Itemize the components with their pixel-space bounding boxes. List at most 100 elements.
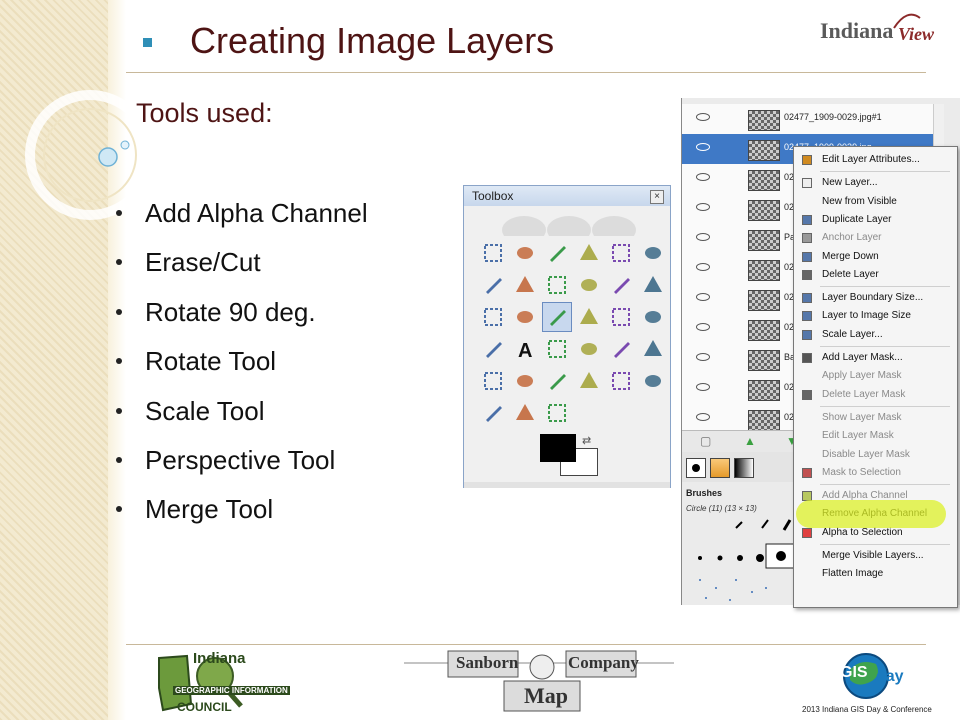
paintbrush-tool-icon[interactable] — [638, 334, 668, 364]
eye-icon[interactable] — [696, 383, 710, 391]
ellipse-select-tool-icon[interactable] — [510, 238, 540, 268]
eraser-tool-icon[interactable] — [478, 366, 508, 396]
tools-list-item: Rotate 90 deg. — [116, 294, 368, 343]
eye-icon[interactable] — [696, 233, 710, 241]
paths-tool-icon[interactable] — [510, 270, 540, 300]
slide-title: Creating Image Layers — [190, 20, 555, 61]
add-alpha-highlight — [796, 500, 946, 528]
menu-item-label: Delete Layer — [822, 268, 879, 280]
gradient-tab-icon[interactable] — [734, 458, 754, 478]
menu-item-mask-to-selection[interactable]: Mask to Selection — [794, 464, 957, 482]
indiana-gic-logo: Indiana GEOGRAPHIC INFORMATION COUNCIL — [155, 648, 290, 716]
sanborn-logo: Sanborn Company Map — [404, 647, 674, 715]
eye-icon[interactable] — [696, 263, 710, 271]
new-icon — [802, 178, 812, 189]
swap-colors-icon[interactable]: ⇄ — [582, 434, 591, 447]
menu-item-flatten-image[interactable]: Flatten Image — [794, 565, 957, 583]
header-rule — [126, 72, 926, 73]
eye-icon[interactable] — [696, 413, 710, 421]
text-tool-icon[interactable]: A — [510, 334, 540, 364]
menu-item-layer-to-image-size[interactable]: Layer to Image Size — [794, 307, 957, 325]
pattern-tab-icon[interactable] — [710, 458, 730, 478]
menu-item-label: Merge Down — [822, 250, 879, 262]
fuzzy-select-tool-icon[interactable] — [574, 238, 604, 268]
perspective-tool-icon[interactable] — [638, 302, 668, 332]
menu-item-delete-layer-mask[interactable]: Delete Layer Mask — [794, 386, 957, 404]
raise-layer-icon[interactable]: ▲ — [744, 434, 756, 448]
menu-item-edit-layer-mask[interactable]: Edit Layer Mask — [794, 427, 957, 445]
menu-item-scale-layer[interactable]: Scale Layer... — [794, 326, 957, 344]
menu-item-anchor-layer[interactable]: Anchor Layer — [794, 229, 957, 247]
measure-tool-icon[interactable] — [606, 270, 636, 300]
eye-icon[interactable] — [696, 293, 710, 301]
sanborn-word: Sanborn — [456, 653, 519, 672]
mask-icon — [802, 353, 812, 363]
menu-item-new-from-visible[interactable]: New from Visible — [794, 193, 957, 211]
menu-item-merge-visible-layers[interactable]: Merge Visible Layers... — [794, 547, 957, 565]
layer-thumbnail — [748, 140, 780, 161]
tools-list-item: Perspective Tool — [116, 442, 368, 491]
scissors-select-tool-icon[interactable] — [638, 238, 668, 268]
dodge-burn-tool-icon[interactable] — [542, 398, 572, 428]
blend-tool-icon[interactable] — [574, 334, 604, 364]
bucket-fill-tool-icon[interactable] — [542, 334, 572, 364]
menu-item-disable-layer-mask[interactable]: Disable Layer Mask — [794, 446, 957, 464]
align-tool-icon[interactable] — [478, 302, 508, 332]
new-layer-icon[interactable]: ▢ — [700, 434, 711, 448]
airbrush-tool-icon[interactable] — [510, 366, 540, 396]
layer-thumbnail — [748, 230, 780, 251]
smudge-tool-icon[interactable] — [510, 398, 540, 428]
gis-day-logo: GIS day — [836, 652, 916, 702]
menu-item-add-layer-mask[interactable]: Add Layer Mask... — [794, 349, 957, 367]
menu-item-label: Mask to Selection — [822, 466, 901, 478]
menu-separator — [820, 286, 950, 288]
menu-item-apply-layer-mask[interactable]: Apply Layer Mask — [794, 367, 957, 385]
menu-item-delete-layer[interactable]: Delete Layer — [794, 266, 957, 284]
menu-item-new-layer[interactable]: New Layer... — [794, 174, 957, 192]
menu-item-label: Scale Layer... — [822, 328, 883, 340]
crop-tool-icon[interactable] — [510, 302, 540, 332]
shear-tool-icon[interactable] — [606, 302, 636, 332]
ink-tool-icon[interactable] — [542, 366, 572, 396]
free-select-tool-icon[interactable] — [542, 238, 572, 268]
menu-item-label: Layer Boundary Size... — [822, 292, 924, 304]
menu-item-layer-boundary-size[interactable]: Layer Boundary Size... — [794, 289, 957, 307]
foreground-overlay — [540, 434, 576, 462]
perspective-clone-tool-icon[interactable] — [638, 366, 668, 396]
eye-icon[interactable] — [696, 173, 710, 181]
eye-icon[interactable] — [696, 203, 710, 211]
menu-item-label: Alpha to Selection — [822, 526, 903, 538]
move-tool-icon[interactable] — [638, 270, 668, 300]
rect-select-tool-icon[interactable] — [478, 238, 508, 268]
pencil-tool-icon[interactable] — [606, 334, 636, 364]
zoom-tool-icon[interactable] — [574, 270, 604, 300]
tosize-icon — [802, 311, 812, 322]
brushes-label: Brushes — [686, 488, 723, 498]
scale-tool-icon[interactable] — [574, 302, 604, 332]
blur-tool-icon[interactable] — [478, 398, 508, 428]
rotate-tool-icon[interactable] — [542, 302, 572, 332]
eye-icon[interactable] — [696, 113, 710, 121]
menu-item-merge-down[interactable]: Merge Down — [794, 248, 957, 266]
menu-item-edit-layer-attributes[interactable]: Edit Layer Attributes... — [794, 151, 957, 169]
brush-tab-icon[interactable] — [686, 458, 706, 478]
heal-tool-icon[interactable] — [606, 366, 636, 396]
menu-item-show-layer-mask[interactable]: Show Layer Mask — [794, 409, 957, 427]
select-by-color-tool-icon[interactable] — [606, 238, 636, 268]
color-picker-tool-icon[interactable] — [542, 270, 572, 300]
eye-icon[interactable] — [696, 353, 710, 361]
menu-item-duplicate-layer[interactable]: Duplicate Layer — [794, 211, 957, 229]
flip-tool-icon[interactable] — [478, 334, 508, 364]
menu-item-label: Edit Layer Mask — [822, 430, 894, 442]
foreground-select-tool-icon[interactable] — [478, 270, 508, 300]
close-icon[interactable]: × — [650, 190, 664, 204]
menu-separator — [820, 544, 950, 545]
gic-word: GEOGRAPHIC INFORMATION — [173, 686, 290, 695]
layer-thumbnail — [748, 350, 780, 371]
indiana-logo-text: Indiana — [820, 18, 894, 43]
edit-icon — [802, 155, 812, 165]
eye-icon[interactable] — [696, 143, 710, 151]
eye-icon[interactable] — [696, 323, 710, 331]
layer-row[interactable]: 02477_1909-0029.jpg#1 — [682, 104, 942, 136]
clone-tool-icon[interactable] — [574, 366, 604, 396]
